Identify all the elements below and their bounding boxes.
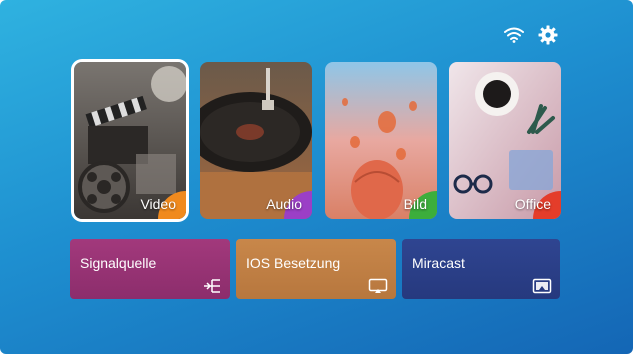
- tile-office[interactable]: Office: [449, 62, 561, 219]
- tile-video[interactable]: Video: [74, 62, 186, 219]
- signalquelle-label: Signalquelle: [80, 255, 157, 271]
- tile-label-audio: Audio: [266, 196, 302, 212]
- screen-mirror-icon: [368, 278, 388, 294]
- home-screen: Video Audio Bild Office Signalquelle IOS…: [0, 0, 633, 354]
- top-bar: [503, 24, 559, 46]
- tile-label-video: Video: [140, 196, 176, 212]
- signalquelle-button[interactable]: Signalquelle: [70, 239, 230, 299]
- miracast-button[interactable]: Miracast: [402, 239, 560, 299]
- gear-icon[interactable]: [537, 24, 559, 46]
- tile-audio[interactable]: Audio: [200, 62, 312, 219]
- input-source-icon: [202, 278, 222, 294]
- ios-besetzung-label: IOS Besetzung: [246, 255, 341, 271]
- ios-besetzung-button[interactable]: IOS Besetzung: [236, 239, 396, 299]
- miracast-label: Miracast: [412, 255, 465, 271]
- cast-icon: [532, 278, 552, 294]
- tile-label-office: Office: [514, 196, 551, 212]
- tile-bild[interactable]: Bild: [325, 62, 437, 219]
- tile-label-bild: Bild: [403, 196, 427, 212]
- wifi-icon[interactable]: [503, 24, 525, 46]
